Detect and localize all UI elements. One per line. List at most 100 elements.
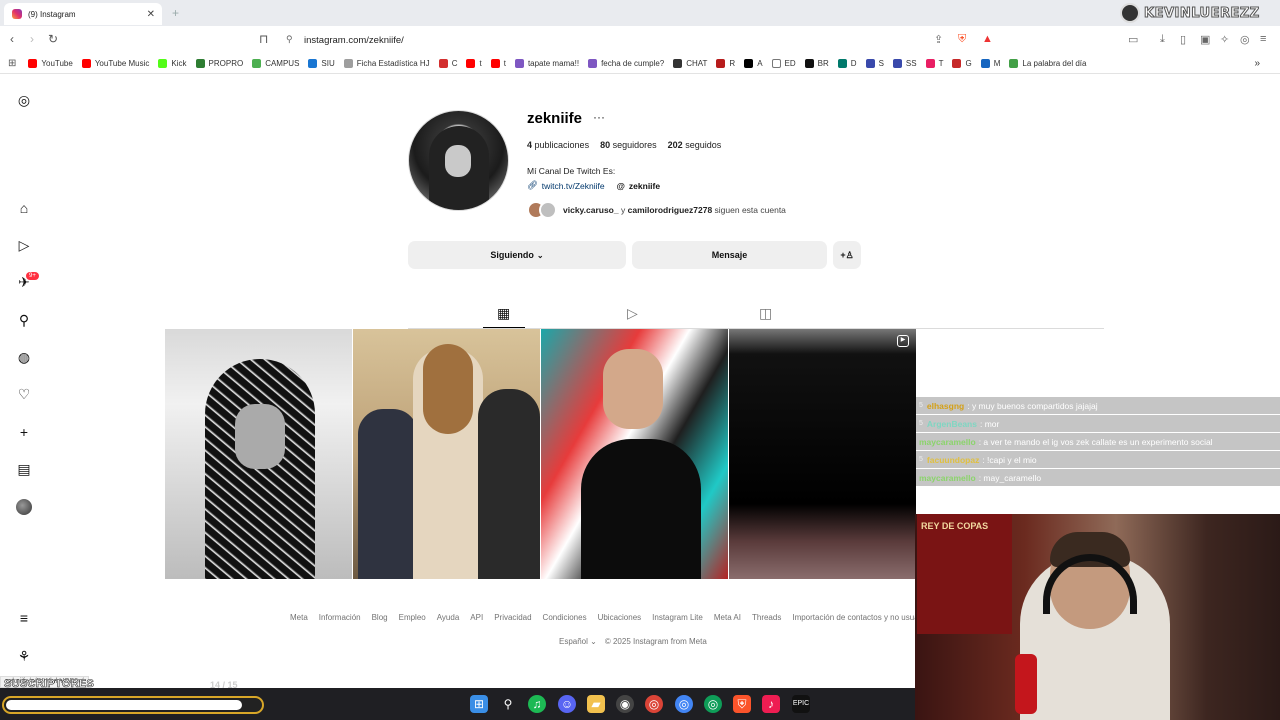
brave-icon[interactable]: ⛨ (733, 695, 751, 713)
bookmark-item[interactable]: CAMPUS (252, 59, 299, 68)
bookmark-item[interactable]: CHAT (673, 59, 707, 68)
instagram-logo-icon[interactable]: ◎ (16, 92, 32, 108)
bookmark-item[interactable]: fecha de cumple? (588, 59, 664, 68)
dashboard-icon[interactable]: ▤ (16, 461, 32, 477)
chrome-icon[interactable]: ◎ (645, 695, 663, 713)
brave-shield-icon[interactable]: ⛨ (958, 33, 966, 46)
footer-link[interactable]: Threads (752, 613, 781, 622)
streamer-logo: KEVINLUEREZZ (1120, 2, 1278, 24)
tagged-tab-icon[interactable]: ◫ (759, 305, 772, 322)
footer-link[interactable]: Blog (372, 613, 388, 622)
footer-link[interactable]: Condiciones (543, 613, 587, 622)
discord-icon[interactable]: ☺ (558, 695, 576, 713)
bookmark-item[interactable]: SS (892, 59, 917, 68)
footer-link[interactable]: Ubicaciones (598, 613, 642, 622)
downloads-icon[interactable]: ⤓ (1160, 33, 1165, 46)
bookmark-item[interactable]: S (865, 59, 884, 68)
brave-rewards-icon[interactable]: ▲ (982, 33, 993, 45)
footer-link[interactable]: Empleo (399, 613, 426, 622)
post-thumbnail[interactable] (541, 329, 728, 579)
bookmark-item[interactable]: YouTube (28, 59, 73, 68)
address-bar[interactable]: ⚲ instagram.com/zekniife/ (280, 29, 1000, 51)
notifications-heart-icon[interactable]: ♡ (16, 386, 32, 402)
bookmark-item[interactable]: Kick (158, 59, 187, 68)
share-icon[interactable]: ⇪ (934, 33, 943, 46)
footer-link[interactable]: Ayuda (437, 613, 460, 622)
footer-link[interactable]: Información (319, 613, 361, 622)
wallet-icon[interactable]: ▣ (1200, 33, 1210, 46)
bookmark-icon[interactable]: ⊓ (259, 32, 268, 46)
footer-link[interactable]: Meta (290, 613, 308, 622)
also-from-meta-icon[interactable]: ⚘ (16, 648, 32, 664)
reels-icon[interactable]: ▷ (16, 237, 32, 253)
options-icon[interactable]: ··· (593, 110, 605, 124)
language-select[interactable]: Español ⌄ (559, 637, 597, 646)
post-thumbnail[interactable] (353, 329, 540, 579)
leo-ai-icon[interactable]: ✧ (1220, 33, 1229, 46)
reload-icon[interactable]: ↻ (48, 32, 58, 46)
footer-link[interactable]: Privacidad (494, 613, 531, 622)
post-thumbnail[interactable] (729, 329, 916, 579)
vpn-icon[interactable]: ◎ (1240, 33, 1250, 46)
footer-link[interactable]: Instagram Lite (652, 613, 703, 622)
bookmark-item[interactable]: La palabra del día (1009, 59, 1086, 68)
bookmark-item[interactable]: R (716, 59, 735, 68)
following-stat[interactable]: 202 seguidos (668, 140, 722, 150)
footer-link[interactable]: API (470, 613, 483, 622)
back-icon[interactable]: ‹ (10, 32, 14, 46)
following-button[interactable]: Siguiendo ⌄ (408, 241, 626, 269)
home-icon[interactable]: ⌂ (16, 200, 32, 216)
site-info-icon[interactable]: ⚲ (286, 34, 293, 45)
forward-icon[interactable]: › (30, 32, 34, 46)
posts-grid-tab-icon[interactable]: ▦ (497, 305, 510, 322)
file-explorer-icon[interactable]: ▰ (587, 695, 605, 713)
followed-by-row[interactable]: vicky.caruso_ y camilorodriguez7278 sigu… (527, 201, 786, 219)
footer-link[interactable]: Importación de contactos y no usuarios (792, 613, 915, 622)
start-icon[interactable]: ⊞ (470, 695, 488, 713)
tiktok-icon[interactable]: ♪ (762, 695, 780, 713)
bookmark-item[interactable]: Ficha Estadística HJ (343, 59, 430, 68)
sidebar-toggle-icon[interactable]: ▭ (1128, 33, 1138, 46)
bookmark-item[interactable]: A (744, 59, 763, 68)
bookmark-item[interactable]: PROPRO (195, 59, 243, 68)
bookmark-item[interactable]: SIU (308, 59, 335, 68)
bookmark-item[interactable]: tapate mama!! (514, 59, 579, 68)
more-bookmarks-icon[interactable]: » (1254, 58, 1260, 69)
reading-list-icon[interactable]: ▯ (1180, 33, 1186, 46)
obs-icon[interactable]: ◉ (616, 695, 634, 713)
bookmark-item[interactable]: M (980, 59, 1000, 68)
footer-link[interactable]: Meta AI (714, 613, 741, 622)
bookmark-item[interactable]: t (490, 59, 506, 68)
bookmark-item[interactable]: ED (771, 59, 796, 68)
explore-icon[interactable]: ◍ (16, 349, 32, 365)
new-tab-icon[interactable]: + (172, 6, 179, 20)
bookmark-item[interactable]: T (925, 59, 943, 68)
post-thumbnail[interactable] (165, 329, 352, 579)
taskbar-search-icon[interactable]: ⚲ (499, 695, 517, 713)
more-menu-icon[interactable]: ≡ (16, 610, 32, 626)
bookmark-item[interactable]: t (466, 59, 482, 68)
epic-games-icon[interactable]: EPIC (792, 695, 810, 713)
twitch-link[interactable]: twitch.tv/Zekniife (542, 181, 605, 191)
bookmark-item[interactable]: YouTube Music (81, 59, 149, 68)
search-icon[interactable]: ⚲ (16, 312, 32, 328)
close-tab-icon[interactable]: ✕ (147, 9, 155, 20)
profile-avatar[interactable] (16, 499, 32, 515)
suggested-users-button[interactable]: +♙ (833, 241, 861, 269)
bookmark-item[interactable]: D (837, 59, 857, 68)
bookmark-item[interactable]: BR (804, 59, 829, 68)
threads-handle[interactable]: zekniife (629, 181, 660, 191)
chrome-profile-2-icon[interactable]: ◎ (704, 695, 722, 713)
apps-grid-icon[interactable]: ⊞ (8, 58, 16, 69)
bookmark-item[interactable]: G (952, 59, 972, 68)
spotify-icon[interactable]: ♫ (528, 695, 546, 713)
menu-icon[interactable]: ≡ (1260, 33, 1266, 45)
profile-picture[interactable] (408, 110, 509, 211)
bookmark-item[interactable]: C (438, 59, 457, 68)
chrome-profile-icon[interactable]: ◎ (675, 695, 693, 713)
followers-stat[interactable]: 80 seguidores (600, 140, 657, 150)
browser-tab[interactable]: (9) Instagram ✕ (4, 3, 162, 25)
message-button[interactable]: Mensaje (632, 241, 827, 269)
reels-tab-icon[interactable]: ▷ (627, 305, 638, 322)
create-icon[interactable]: + (16, 424, 32, 440)
